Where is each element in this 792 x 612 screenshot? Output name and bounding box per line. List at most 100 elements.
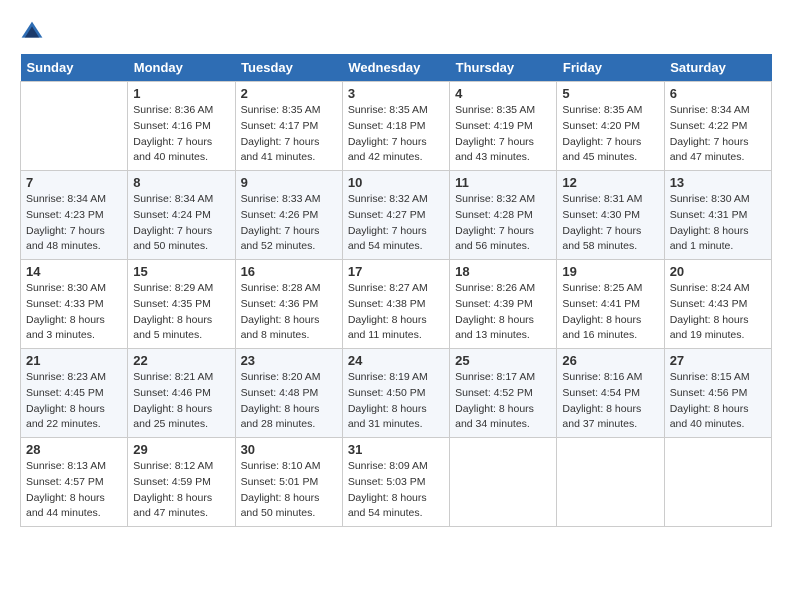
sunset-text: Sunset: 4:43 PM xyxy=(670,297,766,313)
sunrise-text: Sunrise: 8:31 AM xyxy=(562,192,658,208)
calendar-cell: 29 Sunrise: 8:12 AM Sunset: 4:59 PM Dayl… xyxy=(128,438,235,527)
day-number: 3 xyxy=(348,86,444,101)
sunrise-text: Sunrise: 8:35 AM xyxy=(241,103,337,119)
sunrise-text: Sunrise: 8:27 AM xyxy=(348,281,444,297)
weekday-header: Monday xyxy=(128,54,235,82)
day-number: 27 xyxy=(670,353,766,368)
sunset-text: Sunset: 4:27 PM xyxy=(348,208,444,224)
calendar-cell: 19 Sunrise: 8:25 AM Sunset: 4:41 PM Dayl… xyxy=(557,260,664,349)
day-number: 1 xyxy=(133,86,229,101)
calendar-cell: 4 Sunrise: 8:35 AM Sunset: 4:19 PM Dayli… xyxy=(450,82,557,171)
day-info: Sunrise: 8:10 AM Sunset: 5:01 PM Dayligh… xyxy=(241,459,337,522)
day-number: 19 xyxy=(562,264,658,279)
sunrise-text: Sunrise: 8:30 AM xyxy=(26,281,122,297)
daylight-text: Daylight: 7 hours and 50 minutes. xyxy=(133,224,229,256)
sunset-text: Sunset: 4:36 PM xyxy=(241,297,337,313)
day-info: Sunrise: 8:13 AM Sunset: 4:57 PM Dayligh… xyxy=(26,459,122,522)
day-info: Sunrise: 8:30 AM Sunset: 4:31 PM Dayligh… xyxy=(670,192,766,255)
calendar-cell: 11 Sunrise: 8:32 AM Sunset: 4:28 PM Dayl… xyxy=(450,171,557,260)
day-info: Sunrise: 8:35 AM Sunset: 4:20 PM Dayligh… xyxy=(562,103,658,166)
calendar-cell: 18 Sunrise: 8:26 AM Sunset: 4:39 PM Dayl… xyxy=(450,260,557,349)
daylight-text: Daylight: 8 hours and 5 minutes. xyxy=(133,313,229,345)
day-number: 9 xyxy=(241,175,337,190)
day-info: Sunrise: 8:25 AM Sunset: 4:41 PM Dayligh… xyxy=(562,281,658,344)
weekday-header: Sunday xyxy=(21,54,128,82)
day-info: Sunrise: 8:20 AM Sunset: 4:48 PM Dayligh… xyxy=(241,370,337,433)
sunrise-text: Sunrise: 8:32 AM xyxy=(348,192,444,208)
sunrise-text: Sunrise: 8:36 AM xyxy=(133,103,229,119)
day-number: 6 xyxy=(670,86,766,101)
day-number: 11 xyxy=(455,175,551,190)
calendar-cell: 22 Sunrise: 8:21 AM Sunset: 4:46 PM Dayl… xyxy=(128,349,235,438)
calendar-header-row: SundayMondayTuesdayWednesdayThursdayFrid… xyxy=(21,54,772,82)
calendar-week-row: 14 Sunrise: 8:30 AM Sunset: 4:33 PM Dayl… xyxy=(21,260,772,349)
day-info: Sunrise: 8:34 AM Sunset: 4:22 PM Dayligh… xyxy=(670,103,766,166)
sunrise-text: Sunrise: 8:34 AM xyxy=(26,192,122,208)
day-info: Sunrise: 8:12 AM Sunset: 4:59 PM Dayligh… xyxy=(133,459,229,522)
day-number: 10 xyxy=(348,175,444,190)
day-info: Sunrise: 8:15 AM Sunset: 4:56 PM Dayligh… xyxy=(670,370,766,433)
sunset-text: Sunset: 4:16 PM xyxy=(133,119,229,135)
calendar-cell: 5 Sunrise: 8:35 AM Sunset: 4:20 PM Dayli… xyxy=(557,82,664,171)
sunrise-text: Sunrise: 8:35 AM xyxy=(455,103,551,119)
calendar-cell: 6 Sunrise: 8:34 AM Sunset: 4:22 PM Dayli… xyxy=(664,82,771,171)
sunrise-text: Sunrise: 8:29 AM xyxy=(133,281,229,297)
calendar-cell xyxy=(557,438,664,527)
sunrise-text: Sunrise: 8:35 AM xyxy=(562,103,658,119)
daylight-text: Daylight: 8 hours and 22 minutes. xyxy=(26,402,122,434)
day-number: 8 xyxy=(133,175,229,190)
day-info: Sunrise: 8:09 AM Sunset: 5:03 PM Dayligh… xyxy=(348,459,444,522)
sunset-text: Sunset: 4:20 PM xyxy=(562,119,658,135)
sunset-text: Sunset: 4:17 PM xyxy=(241,119,337,135)
logo xyxy=(20,20,48,44)
day-info: Sunrise: 8:17 AM Sunset: 4:52 PM Dayligh… xyxy=(455,370,551,433)
calendar-table: SundayMondayTuesdayWednesdayThursdayFrid… xyxy=(20,54,772,527)
day-number: 4 xyxy=(455,86,551,101)
daylight-text: Daylight: 8 hours and 19 minutes. xyxy=(670,313,766,345)
day-number: 5 xyxy=(562,86,658,101)
daylight-text: Daylight: 7 hours and 41 minutes. xyxy=(241,135,337,167)
sunset-text: Sunset: 4:52 PM xyxy=(455,386,551,402)
sunset-text: Sunset: 4:28 PM xyxy=(455,208,551,224)
day-number: 24 xyxy=(348,353,444,368)
day-info: Sunrise: 8:34 AM Sunset: 4:23 PM Dayligh… xyxy=(26,192,122,255)
daylight-text: Daylight: 8 hours and 8 minutes. xyxy=(241,313,337,345)
day-info: Sunrise: 8:24 AM Sunset: 4:43 PM Dayligh… xyxy=(670,281,766,344)
sunrise-text: Sunrise: 8:34 AM xyxy=(670,103,766,119)
daylight-text: Daylight: 7 hours and 56 minutes. xyxy=(455,224,551,256)
day-info: Sunrise: 8:34 AM Sunset: 4:24 PM Dayligh… xyxy=(133,192,229,255)
sunset-text: Sunset: 4:39 PM xyxy=(455,297,551,313)
sunrise-text: Sunrise: 8:32 AM xyxy=(455,192,551,208)
day-number: 17 xyxy=(348,264,444,279)
calendar-cell xyxy=(21,82,128,171)
calendar-cell: 12 Sunrise: 8:31 AM Sunset: 4:30 PM Dayl… xyxy=(557,171,664,260)
daylight-text: Daylight: 8 hours and 37 minutes. xyxy=(562,402,658,434)
day-info: Sunrise: 8:29 AM Sunset: 4:35 PM Dayligh… xyxy=(133,281,229,344)
day-number: 28 xyxy=(26,442,122,457)
sunrise-text: Sunrise: 8:34 AM xyxy=(133,192,229,208)
sunset-text: Sunset: 4:54 PM xyxy=(562,386,658,402)
day-info: Sunrise: 8:36 AM Sunset: 4:16 PM Dayligh… xyxy=(133,103,229,166)
sunrise-text: Sunrise: 8:12 AM xyxy=(133,459,229,475)
sunset-text: Sunset: 4:38 PM xyxy=(348,297,444,313)
sunrise-text: Sunrise: 8:28 AM xyxy=(241,281,337,297)
sunrise-text: Sunrise: 8:21 AM xyxy=(133,370,229,386)
day-number: 29 xyxy=(133,442,229,457)
day-info: Sunrise: 8:32 AM Sunset: 4:27 PM Dayligh… xyxy=(348,192,444,255)
daylight-text: Daylight: 7 hours and 47 minutes. xyxy=(670,135,766,167)
calendar-cell: 23 Sunrise: 8:20 AM Sunset: 4:48 PM Dayl… xyxy=(235,349,342,438)
daylight-text: Daylight: 8 hours and 16 minutes. xyxy=(562,313,658,345)
day-info: Sunrise: 8:33 AM Sunset: 4:26 PM Dayligh… xyxy=(241,192,337,255)
day-info: Sunrise: 8:27 AM Sunset: 4:38 PM Dayligh… xyxy=(348,281,444,344)
daylight-text: Daylight: 8 hours and 28 minutes. xyxy=(241,402,337,434)
sunset-text: Sunset: 4:26 PM xyxy=(241,208,337,224)
sunset-text: Sunset: 4:31 PM xyxy=(670,208,766,224)
daylight-text: Daylight: 7 hours and 52 minutes. xyxy=(241,224,337,256)
weekday-header: Friday xyxy=(557,54,664,82)
daylight-text: Daylight: 8 hours and 50 minutes. xyxy=(241,491,337,523)
day-number: 23 xyxy=(241,353,337,368)
calendar-cell: 20 Sunrise: 8:24 AM Sunset: 4:43 PM Dayl… xyxy=(664,260,771,349)
daylight-text: Daylight: 8 hours and 54 minutes. xyxy=(348,491,444,523)
daylight-text: Daylight: 7 hours and 43 minutes. xyxy=(455,135,551,167)
sunset-text: Sunset: 4:35 PM xyxy=(133,297,229,313)
